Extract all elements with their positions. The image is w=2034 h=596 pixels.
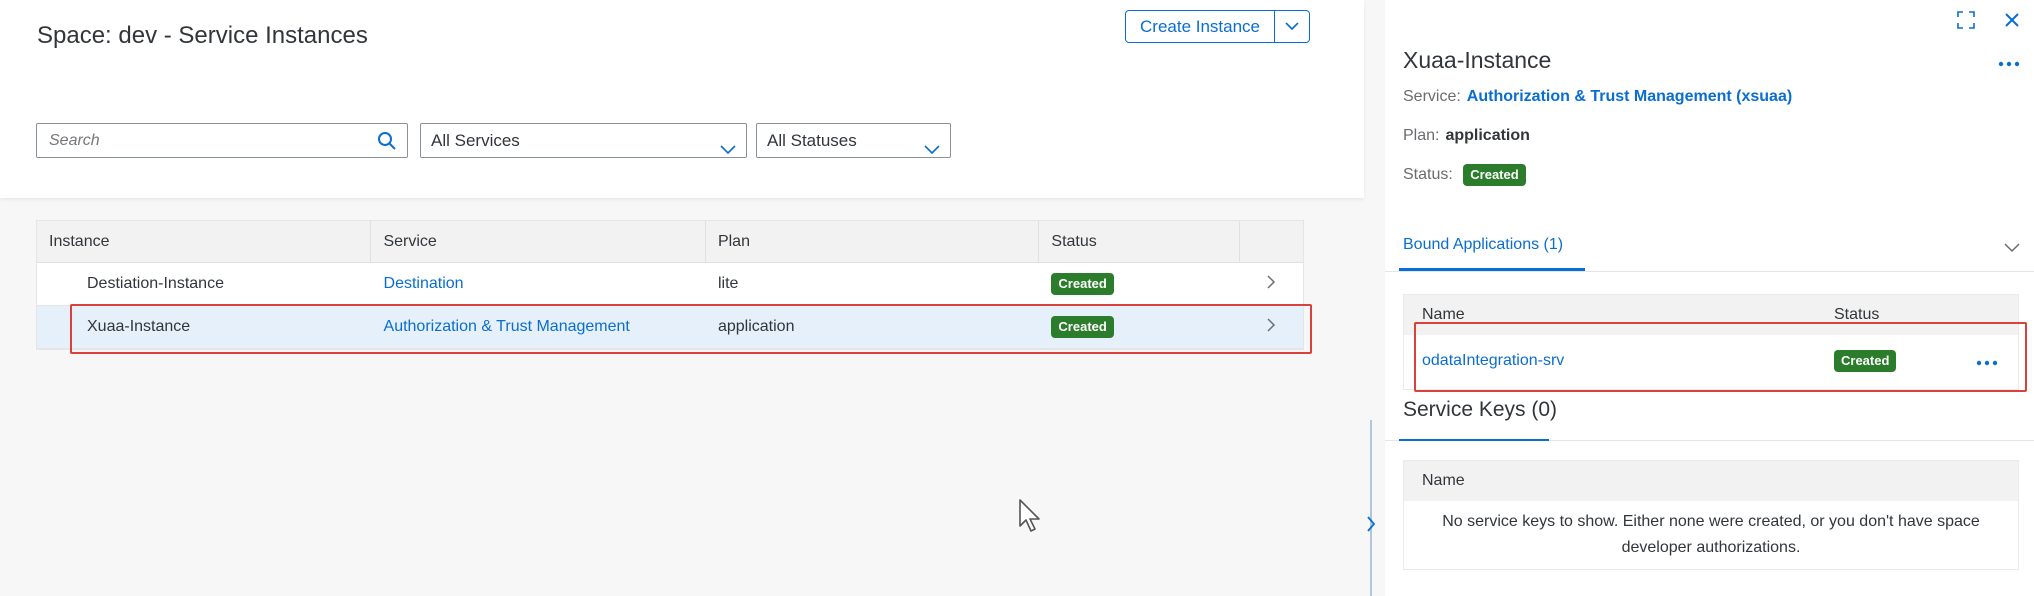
panel-divider[interactable] (1370, 420, 1372, 596)
search-input[interactable] (37, 124, 357, 157)
chevron-down-icon (720, 133, 736, 166)
instance-name: Destiation-Instance (87, 275, 224, 292)
close-icon[interactable] (2004, 12, 2020, 33)
application-link[interactable]: odataIntegration-srv (1422, 352, 1564, 370)
column-header-service[interactable]: Service (371, 221, 706, 262)
status-label: Status: (1403, 166, 1453, 183)
column-header-instance[interactable]: Instance (37, 221, 372, 262)
expand-panel-icon[interactable] (1365, 514, 1377, 539)
plan-value: application (1445, 127, 1530, 144)
status-filter-select[interactable]: All Statuses (756, 123, 951, 158)
service-keys-title: Service Keys (0) (1403, 398, 1558, 421)
empty-state-message: No service keys to show. Either none wer… (1442, 513, 1980, 556)
service-keys-table: Name No service keys to show. Either non… (1403, 460, 2019, 570)
active-tab-indicator (1399, 268, 1585, 271)
column-header-status: Status (1834, 306, 1880, 323)
table-row[interactable]: Destiation-Instance Destination lite Cre… (37, 263, 1303, 306)
service-attribute: Service: Authorization & Trust Management… (1403, 88, 1792, 106)
table-row[interactable]: odataIntegration-srv Created (1404, 335, 2018, 389)
create-instance-button-group: Create Instance (1125, 10, 1311, 43)
chevron-down-icon (1285, 22, 1299, 31)
create-instance-button[interactable]: Create Instance (1126, 11, 1276, 42)
service-link[interactable]: Authorization & Trust Management (372, 318, 706, 336)
search-icon[interactable] (377, 131, 397, 156)
page-title: Space: dev - Service Instances (37, 22, 368, 49)
chevron-right-icon[interactable] (1240, 274, 1303, 294)
service-link[interactable]: Destination (372, 275, 706, 293)
more-options-icon[interactable] (1998, 54, 2020, 72)
tab-bound-applications[interactable]: Bound Applications (1) (1403, 236, 1563, 254)
status-badge: Created (1051, 273, 1114, 295)
column-header-actions (1240, 221, 1303, 262)
status-filter-value: All Statuses (767, 131, 857, 150)
chevron-down-icon (924, 133, 940, 166)
panel-tabs: Bound Applications (1) (1385, 228, 2034, 272)
bound-applications-table: Name Status odataIntegration-srv Created (1403, 294, 2019, 390)
status-badge: Created (1051, 316, 1114, 338)
main-content: Space: dev - Service Instances Create In… (0, 0, 1364, 596)
plan-name: application (717, 318, 795, 335)
panel-title: Xuaa-Instance (1403, 47, 1552, 73)
details-panel: Xuaa-Instance Service: Authorization & Tr… (1385, 0, 2034, 596)
status-badge: Created (1834, 350, 1897, 372)
services-filter-value: All Services (431, 131, 520, 150)
column-header-status[interactable]: Status (1039, 221, 1241, 262)
create-options-button[interactable] (1275, 11, 1309, 42)
chevron-right-icon[interactable] (1240, 317, 1303, 337)
instance-name: Xuaa-Instance (87, 318, 191, 335)
table-header: Instance Service Plan Status (37, 221, 1303, 263)
status-attribute: Status: Created (1403, 164, 1526, 186)
service-label: Service: (1403, 88, 1461, 105)
table-header: Name (1404, 461, 2018, 501)
plan-label: Plan: (1403, 127, 1440, 144)
table-row[interactable]: Xuaa-Instance Authorization & Trust Mana… (37, 306, 1303, 349)
more-options-icon[interactable] (1976, 353, 1998, 371)
column-header-name: Name (1422, 472, 1465, 489)
search-field[interactable] (36, 123, 408, 158)
plan-name: lite (717, 275, 739, 292)
table-header: Name Status (1404, 295, 2018, 335)
service-value-link[interactable]: Authorization & Trust Management (xsuaa) (1467, 88, 1792, 105)
instances-table: Instance Service Plan Status Destiation-… (36, 220, 1304, 350)
plan-attribute: Plan: application (1403, 127, 1530, 145)
column-header-name: Name (1422, 306, 1465, 323)
services-filter-select[interactable]: All Services (420, 123, 747, 158)
column-header-plan[interactable]: Plan (706, 221, 1040, 262)
page-header: Space: dev - Service Instances Create In… (0, 0, 1364, 198)
chevron-down-icon[interactable] (2004, 240, 2020, 258)
fullscreen-icon[interactable] (1956, 10, 1976, 35)
status-badge: Created (1463, 164, 1526, 186)
mouse-cursor-icon (1018, 498, 1044, 539)
panel-toolbar (1956, 10, 2020, 35)
active-section-indicator (1399, 439, 1549, 441)
